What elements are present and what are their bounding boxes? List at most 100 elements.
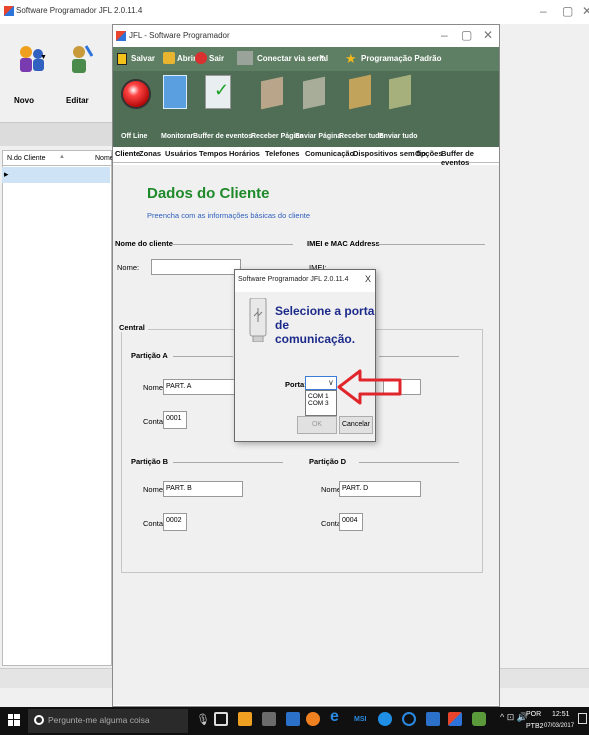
ribbon-receive-all[interactable]: Receber tudo bbox=[339, 133, 384, 140]
ribbon-send-page[interactable]: Enviar Página bbox=[295, 133, 341, 140]
cancel-button[interactable]: Cancelar bbox=[339, 416, 373, 434]
inner-close-icon[interactable]: ✕ bbox=[483, 28, 493, 42]
windows-start-icon[interactable] bbox=[8, 714, 20, 726]
client-grid[interactable] bbox=[2, 166, 112, 666]
partition-a-name-input[interactable]: PART. A bbox=[163, 379, 243, 395]
taskbar-app-icon[interactable] bbox=[378, 712, 392, 726]
partition-d-name-input[interactable]: PART. D bbox=[339, 481, 421, 497]
ok-button[interactable]: OK bbox=[297, 416, 337, 434]
tab-zonas[interactable]: Zonas bbox=[139, 149, 161, 158]
menu-save[interactable]: Salvar bbox=[131, 54, 155, 63]
page-title: Dados do Cliente bbox=[147, 185, 270, 202]
taskbar-app-icon[interactable] bbox=[262, 712, 276, 726]
notifications-icon[interactable] bbox=[578, 713, 587, 724]
tab-opcoes[interactable]: Opções bbox=[415, 149, 443, 158]
tray-icons[interactable]: ^ ⊡ 🔊 bbox=[500, 712, 528, 723]
keyboard-layout[interactable]: PTB2 bbox=[526, 723, 544, 730]
tab-usuarios[interactable]: Usuários bbox=[165, 149, 197, 158]
row-pointer-icon: ▸ bbox=[4, 169, 9, 179]
client-name-input[interactable] bbox=[151, 259, 241, 275]
menu-bar: Salvar Abrir Sair Conectar via serial ▼ … bbox=[113, 47, 499, 71]
partition-d-account-input[interactable]: 0004 bbox=[339, 513, 363, 531]
minimize-icon[interactable]: – bbox=[540, 4, 547, 18]
partition-a-account-input[interactable]: 0001 bbox=[163, 411, 187, 429]
menu-exit[interactable]: Sair bbox=[209, 54, 224, 63]
tab-comunicacao[interactable]: Comunicação bbox=[305, 149, 354, 158]
tab-horarios[interactable]: Horários bbox=[229, 149, 260, 158]
divider bbox=[379, 356, 459, 357]
ribbon-event-buffer[interactable]: Buffer de eventos bbox=[193, 133, 252, 140]
ribbon-offline[interactable]: Off Line bbox=[121, 133, 147, 140]
tab-bar: Cliente Zonas Usuários Tempos Horários T… bbox=[113, 147, 499, 167]
outer-toolbar: ▼ Novo Editar bbox=[0, 30, 112, 122]
microphone-icon[interactable]: 🎙 bbox=[196, 713, 210, 726]
ribbon-send-all[interactable]: Enviar tudo bbox=[379, 133, 418, 140]
grid-column-name[interactable]: Nome bbox=[95, 155, 114, 162]
grid-column-client-number[interactable]: N.do Cliente bbox=[7, 155, 46, 162]
new-label: Novo bbox=[14, 96, 34, 105]
dialog-close-button[interactable]: X bbox=[365, 274, 371, 284]
user-edit-icon bbox=[72, 45, 94, 73]
menu-connect-serial[interactable]: Conectar via serial bbox=[257, 54, 328, 63]
ribbon-monitor[interactable]: Monitorar bbox=[161, 133, 193, 140]
tab-tempos[interactable]: Tempos bbox=[199, 149, 227, 158]
offline-status-icon[interactable] bbox=[121, 79, 151, 109]
send-all-icon[interactable] bbox=[389, 74, 411, 110]
monitor-icon[interactable] bbox=[163, 75, 187, 109]
new-client-button[interactable]: ▼ Novo bbox=[10, 40, 48, 110]
close-icon[interactable]: ✕ bbox=[582, 4, 589, 18]
checkmark-icon: ✓ bbox=[214, 80, 230, 100]
menu-default-programming[interactable]: Programação Padrão bbox=[361, 54, 441, 63]
port-option-com3[interactable]: COM 3 bbox=[306, 400, 336, 407]
port-select[interactable]: ∨ bbox=[305, 376, 337, 390]
inner-minimize-icon[interactable]: – bbox=[441, 28, 448, 42]
taskbar-app-icon[interactable] bbox=[402, 712, 416, 726]
edge-icon[interactable]: e bbox=[330, 708, 344, 725]
imei-group-title: IMEI e MAC Address bbox=[307, 239, 380, 248]
connect-dropdown-icon[interactable]: ▼ bbox=[319, 55, 325, 61]
app-icon bbox=[4, 6, 14, 16]
taskbar-app-icon[interactable] bbox=[426, 712, 440, 726]
port-option-com1[interactable]: COM 1 bbox=[306, 391, 336, 400]
clock-date[interactable]: 07/03/2017 bbox=[544, 723, 574, 729]
taskbar-app-icon[interactable] bbox=[286, 712, 300, 726]
port-dropdown-list[interactable]: COM 1 COM 3 bbox=[305, 390, 337, 416]
divider bbox=[173, 356, 233, 357]
dialog-heading-line2: comunicação. bbox=[275, 332, 356, 346]
partition-b-name-input[interactable]: PART. B bbox=[163, 481, 243, 497]
taskbar-app-icon[interactable] bbox=[238, 712, 252, 726]
task-view-icon[interactable] bbox=[214, 712, 228, 726]
receive-page-icon[interactable] bbox=[261, 76, 283, 110]
receive-all-icon[interactable] bbox=[349, 74, 371, 110]
tab-cliente[interactable]: Cliente bbox=[115, 149, 140, 158]
partition-a-title: Partição A bbox=[131, 351, 168, 360]
client-name-group-title: Nome do cliente bbox=[115, 239, 173, 248]
client-grid-selected-row[interactable]: ▸ bbox=[2, 167, 110, 183]
menu-open[interactable]: Abrir bbox=[177, 54, 196, 63]
edit-client-button[interactable]: Editar bbox=[60, 40, 100, 110]
star-icon: ★ bbox=[345, 51, 357, 66]
maximize-icon[interactable]: ▢ bbox=[562, 4, 573, 18]
usb-drive-icon bbox=[249, 298, 267, 342]
page-subtitle: Preencha com as informações básicas do c… bbox=[147, 211, 311, 220]
partition-a-account-label: Conta: bbox=[143, 417, 166, 426]
clock-time[interactable]: 12:51 bbox=[552, 711, 570, 718]
input-language[interactable]: POR bbox=[526, 711, 541, 718]
port-label: Porta: bbox=[285, 380, 307, 389]
jfl-taskbar-icon[interactable] bbox=[448, 712, 462, 726]
tab-telefones[interactable]: Telefones bbox=[265, 149, 299, 158]
inner-maximize-icon[interactable]: ▢ bbox=[461, 28, 472, 42]
send-page-icon[interactable] bbox=[303, 76, 325, 110]
taskbar-search[interactable]: Pergunte-me alguma coisa bbox=[28, 709, 188, 733]
firefox-icon[interactable] bbox=[306, 712, 320, 726]
msi-icon[interactable]: MSI bbox=[354, 716, 368, 730]
dropdown-arrow-icon[interactable]: ▼ bbox=[40, 54, 47, 61]
event-buffer-icon[interactable]: ✓ bbox=[205, 75, 231, 109]
serial-plug-icon bbox=[237, 51, 253, 65]
partition-b-account-input[interactable]: 0002 bbox=[163, 513, 187, 531]
central-group-title: Central bbox=[119, 323, 148, 332]
inner-app-icon bbox=[116, 31, 126, 41]
dialog-body: Selecione a porta de comunicação. Porta:… bbox=[235, 292, 375, 441]
partition-b-title: Partição B bbox=[131, 457, 169, 466]
taskbar-app-icon[interactable] bbox=[472, 712, 486, 726]
